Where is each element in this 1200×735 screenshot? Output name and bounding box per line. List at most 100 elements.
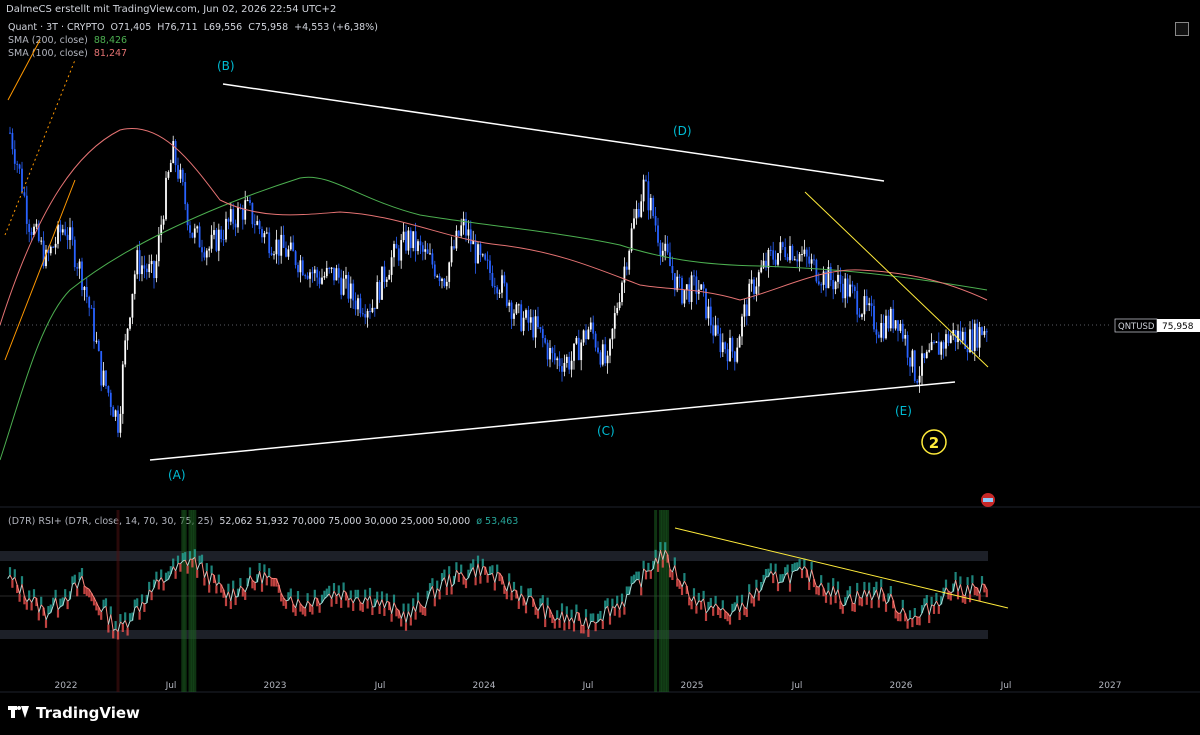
candle-body xyxy=(731,337,734,352)
rsi-segment xyxy=(520,593,525,598)
candle-body xyxy=(563,362,566,372)
rsi-segment xyxy=(76,580,81,589)
candle-body xyxy=(664,243,667,251)
upper-trendline[interactable] xyxy=(222,83,885,182)
candle-body xyxy=(597,347,599,353)
rsi-segment xyxy=(100,607,105,613)
rsi-segment xyxy=(434,588,438,599)
candle-body xyxy=(690,275,693,302)
rsi-segment xyxy=(393,602,397,609)
rsi-segment xyxy=(775,571,779,584)
candle-body xyxy=(681,277,683,304)
candle-body xyxy=(323,276,326,278)
candle-body xyxy=(966,348,969,353)
candle-body xyxy=(333,267,335,281)
candle-body xyxy=(868,303,871,306)
candle-body xyxy=(937,341,940,355)
rsi-segment xyxy=(297,598,301,604)
rsi-extreme-bar xyxy=(183,510,187,692)
candle-body xyxy=(121,364,124,414)
candle-body xyxy=(383,266,386,282)
candle-body xyxy=(241,208,244,220)
rsi-segment xyxy=(748,591,752,596)
candle-body xyxy=(947,334,950,343)
rsi-segment xyxy=(561,611,565,623)
sma100-line xyxy=(0,128,988,326)
candle-body xyxy=(9,132,11,134)
candle-body xyxy=(460,225,463,236)
candle-body xyxy=(462,218,465,226)
time-tick-label: 2027 xyxy=(1099,681,1122,691)
candle-body xyxy=(402,231,405,241)
candle-body xyxy=(741,316,743,337)
tradingview-brand[interactable]: TradingView xyxy=(8,704,140,722)
rsi-segment xyxy=(477,563,481,576)
candle-body xyxy=(181,169,184,183)
candle-body xyxy=(529,317,532,323)
candle-body xyxy=(611,328,614,340)
time-tick-label: Jul xyxy=(1000,681,1012,691)
rsi-segment xyxy=(559,611,563,621)
rsi-segment xyxy=(460,572,465,577)
rsi-segment xyxy=(57,606,61,610)
rsi-segment xyxy=(26,598,30,603)
rsi-segment xyxy=(465,577,469,581)
rsi-segment xyxy=(909,617,913,620)
candle-body xyxy=(961,331,964,341)
wedge-trendline[interactable] xyxy=(804,191,989,368)
candle-body xyxy=(556,358,559,361)
symbol-tag-label: QNTUSD xyxy=(1118,322,1155,332)
candle-body xyxy=(592,322,595,334)
candle-body xyxy=(179,169,182,179)
candle-body xyxy=(599,352,602,365)
candle-body xyxy=(309,272,311,279)
rsi-segment xyxy=(722,607,726,612)
candle-body xyxy=(582,330,585,343)
candle-body xyxy=(448,262,451,282)
candle-body xyxy=(225,218,227,240)
candle-body xyxy=(625,266,628,270)
rsi-segment xyxy=(602,608,606,622)
candle-body xyxy=(69,227,71,240)
candle-body xyxy=(136,250,139,275)
candle-body xyxy=(865,296,868,306)
candle-body xyxy=(436,276,439,278)
rsi-segment xyxy=(33,596,37,599)
rsi-segment xyxy=(497,572,500,574)
candle-body xyxy=(249,200,251,203)
candle-body xyxy=(381,266,383,300)
candle-body xyxy=(414,231,417,252)
candle-body xyxy=(647,181,650,211)
candle-body xyxy=(916,380,919,383)
rsi-segment xyxy=(196,563,201,571)
candle-body xyxy=(532,317,535,338)
time-tick-label: Jul xyxy=(791,681,803,691)
candle-body xyxy=(424,249,427,252)
candle-body xyxy=(570,360,573,370)
rsi-segment xyxy=(333,590,337,597)
candle-body xyxy=(81,261,83,291)
candle-body xyxy=(791,245,794,260)
rsi-segment xyxy=(343,590,347,593)
time-axis[interactable]: 2022 Jul 2023 Jul 2024 Jul 2025 Jul 2026 Jul 2027 xyxy=(55,681,1122,691)
candle-body xyxy=(568,356,571,370)
brand-name: TradingView xyxy=(36,704,140,722)
rsi-segment xyxy=(285,599,289,602)
rsi-segment xyxy=(362,597,366,605)
candle-body xyxy=(604,344,607,364)
candle-body xyxy=(301,260,304,276)
rsi-segment xyxy=(263,572,268,578)
rsi-segment xyxy=(369,595,373,608)
candle-body xyxy=(707,306,710,319)
sma200-line xyxy=(0,176,988,461)
candle-body xyxy=(522,317,525,331)
candle-body xyxy=(657,225,659,243)
price-chart[interactable]: (A) (B) (C) (D) (E) 2 280,000240,000210,… xyxy=(0,0,1200,735)
event-flag-inner xyxy=(983,498,993,502)
candle-body xyxy=(431,253,434,265)
rsi-segment xyxy=(950,591,954,594)
rsi-segment xyxy=(928,604,933,616)
candle-body xyxy=(263,233,266,238)
lower-trendline[interactable] xyxy=(149,381,956,461)
rsi-segment xyxy=(935,600,940,607)
